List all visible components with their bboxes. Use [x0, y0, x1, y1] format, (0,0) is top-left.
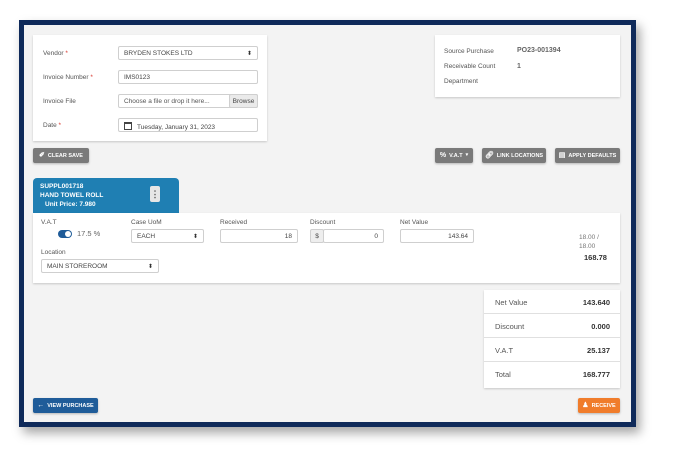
- location-select[interactable]: MAIN STOREROOM ⬍: [41, 259, 159, 273]
- select-arrows-icon: ⬍: [147, 264, 153, 270]
- totals-card: Net Value 143.640 Discount 0.000 V.A.T 25.1…: [484, 290, 620, 388]
- purchase-info-card: Source Purchase PO23-001394 Receivable C…: [435, 35, 620, 97]
- vendor-label: Vendor *: [43, 50, 68, 57]
- totals-row: Discount 0.000: [484, 314, 620, 338]
- select-arrows-icon: ⬍: [246, 51, 252, 57]
- calendar-icon: [124, 122, 132, 130]
- item-unit-price: Unit Price: 7.980: [45, 201, 96, 208]
- totals-row: Net Value 143.640: [484, 290, 620, 314]
- received-input[interactable]: 18: [220, 229, 298, 243]
- clipboard-icon: ▤: [558, 152, 566, 159]
- view-purchase-button[interactable]: ← VIEW PURCHASE: [33, 398, 98, 413]
- user-icon: ♟: [582, 402, 589, 409]
- discount-prefix: $: [310, 229, 324, 243]
- invoice-file-label: Invoice File: [43, 98, 76, 105]
- clear-save-button[interactable]: ✐ CLEAR SAVE: [33, 148, 89, 163]
- invoice-number-input[interactable]: IMS0123: [118, 70, 258, 84]
- item-detail-card: V.A.T 17.5 % Case UoM EACH ⬍ Received 18…: [33, 213, 620, 283]
- item-name: HAND TOWEL ROLL: [40, 192, 104, 199]
- caret-down-icon: ▾: [465, 152, 469, 158]
- receive-purchase-screen: Vendor * BRYDEN STOKES LTD ⬍ Invoice Num…: [24, 25, 631, 422]
- date-label: Date *: [43, 122, 62, 129]
- date-input[interactable]: Tuesday, January 31, 2023: [118, 118, 258, 132]
- vat-dropdown-button[interactable]: % V.A.T ▾: [435, 148, 473, 163]
- source-purchase-value: PO23-001394: [517, 47, 561, 54]
- vat-toggle[interactable]: [58, 230, 72, 238]
- apply-defaults-button[interactable]: ▤ APPLY DEFAULTS: [555, 148, 620, 163]
- department-label: Department: [444, 78, 478, 85]
- net-value-input[interactable]: 143.64: [400, 229, 474, 243]
- case-uom-select[interactable]: EACH ⬍: [131, 229, 204, 243]
- item-header: SUPPL001718 HAND TOWEL ROLL Unit Price: …: [33, 178, 179, 213]
- link-locations-button[interactable]: 🔗︎ LINK LOCATIONS: [482, 148, 546, 163]
- invoice-number-label: Invoice Number *: [43, 74, 93, 81]
- invoice-form-card: Vendor * BRYDEN STOKES LTD ⬍ Invoice Num…: [33, 35, 267, 141]
- link-icon: 🔗︎: [484, 152, 494, 159]
- totals-row: V.A.T 25.137: [484, 338, 620, 362]
- vat-label: V.A.T: [41, 219, 57, 226]
- item-code: SUPPL001718: [40, 183, 84, 190]
- quantity-ratio: 18.00 /: [579, 234, 599, 241]
- net-value-label: Net Value: [400, 219, 429, 226]
- totals-row: Total 168.777: [495, 370, 610, 379]
- receivable-count-value: 1: [517, 63, 521, 70]
- browse-button[interactable]: Browse: [229, 94, 258, 108]
- receivable-count-label: Receivable Count: [444, 63, 496, 70]
- vendor-select[interactable]: BRYDEN STOKES LTD ⬍: [118, 46, 258, 60]
- item-menu-button[interactable]: ⋮: [150, 186, 160, 202]
- discount-input[interactable]: 0: [323, 229, 384, 243]
- received-label: Received: [220, 219, 248, 226]
- line-total: 168.78: [584, 253, 607, 262]
- source-purchase-label: Source Purchase: [444, 48, 494, 55]
- vat-rate: 17.5 %: [77, 229, 101, 238]
- percent-icon: %: [439, 152, 447, 159]
- case-uom-label: Case UoM: [131, 219, 162, 226]
- brush-icon: ✐: [39, 152, 45, 159]
- discount-label: Discount: [310, 219, 336, 226]
- select-arrows-icon: ⬍: [192, 234, 198, 240]
- location-label: Location: [41, 249, 66, 256]
- quantity-total: 18.00: [579, 243, 596, 250]
- window-frame: Vendor * BRYDEN STOKES LTD ⬍ Invoice Num…: [19, 20, 636, 427]
- receive-button[interactable]: ♟ RECEIVE: [578, 398, 620, 413]
- arrow-left-icon: ←: [37, 402, 45, 409]
